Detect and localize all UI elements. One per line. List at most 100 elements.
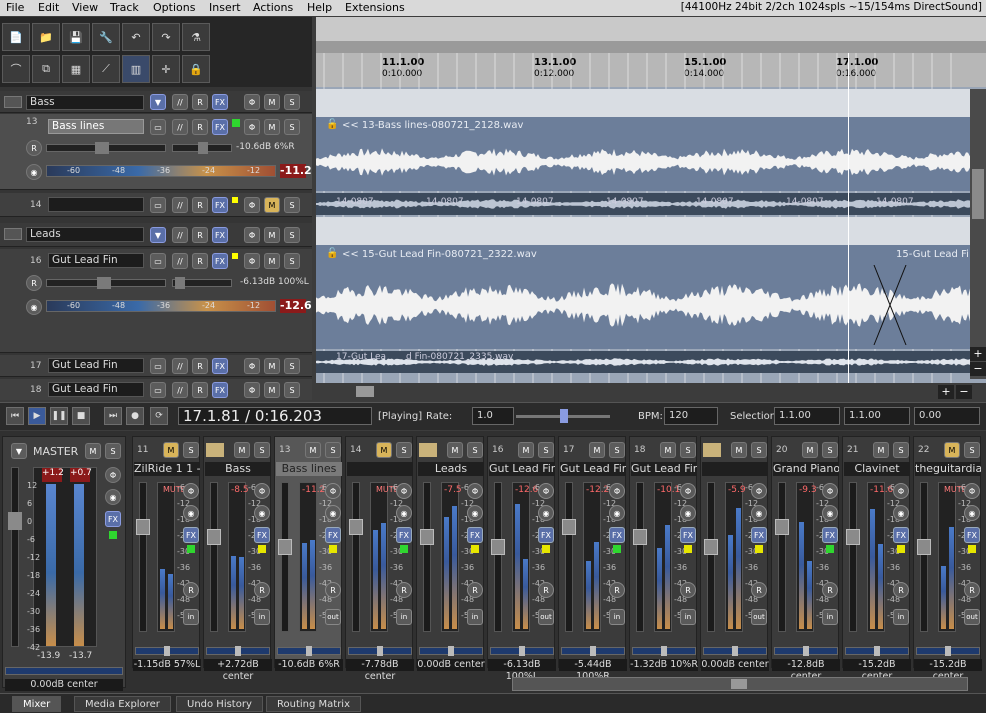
fx-button[interactable]: FX: [538, 527, 554, 543]
mute-button[interactable]: M: [264, 358, 280, 374]
menu-file[interactable]: File: [6, 1, 24, 14]
solo-button[interactable]: S: [325, 442, 341, 458]
menu-insert[interactable]: Insert: [209, 1, 241, 14]
pan-slider[interactable]: [172, 142, 232, 154]
menu-actions[interactable]: Actions: [253, 1, 293, 14]
io-button[interactable]: in: [680, 609, 696, 625]
record-arm-button[interactable]: R: [822, 582, 838, 598]
record-arm-button[interactable]: R: [192, 227, 208, 243]
fx-button[interactable]: FX: [751, 527, 767, 543]
solo-button[interactable]: S: [964, 442, 980, 458]
volume-fader[interactable]: [633, 482, 647, 632]
menu-track[interactable]: Track: [110, 1, 139, 14]
mute-button[interactable]: M: [589, 442, 605, 458]
fx-button[interactable]: FX: [680, 527, 696, 543]
mono-button[interactable]: ◉: [183, 505, 199, 521]
folder-icon[interactable]: ▭: [150, 253, 166, 269]
slider-handle[interactable]: [95, 142, 109, 154]
selection-length-input[interactable]: 0.00: [914, 407, 980, 425]
volume-fader[interactable]: [420, 482, 434, 632]
track-14[interactable]: 14 ▭ // R FX Φ M S: [0, 193, 312, 217]
slider-handle[interactable]: [97, 277, 111, 289]
fader-handle[interactable]: [8, 512, 22, 530]
track-17[interactable]: 17 Gut Lead Fin ▭ // R FX Φ M S: [0, 355, 312, 377]
fader-handle[interactable]: [917, 539, 931, 555]
fx-button[interactable]: FX: [822, 527, 838, 543]
io-button[interactable]: in: [609, 609, 625, 625]
tab-mixer[interactable]: Mixer: [12, 696, 62, 712]
mono-button[interactable]: ◉: [822, 505, 838, 521]
mute-button[interactable]: M: [264, 197, 280, 213]
io-button[interactable]: out: [964, 609, 980, 625]
folder-icon[interactable]: ▭: [150, 197, 166, 213]
fx-button[interactable]: FX: [212, 94, 228, 110]
rate-slider[interactable]: [516, 409, 610, 423]
mute-button[interactable]: M: [447, 442, 463, 458]
io-button[interactable]: out: [538, 609, 554, 625]
volume-fader[interactable]: [278, 482, 292, 632]
record-arm-button[interactable]: R: [192, 382, 208, 398]
strip-name[interactable]: Gut Lead Fin: [489, 462, 555, 476]
fx-button[interactable]: FX: [254, 527, 270, 543]
solo-button[interactable]: S: [396, 442, 412, 458]
io-button[interactable]: in: [254, 609, 270, 625]
volume-fader[interactable]: [846, 482, 860, 632]
mute-button[interactable]: M: [376, 442, 392, 458]
folder-icon[interactable]: ▭: [150, 119, 166, 135]
slider-handle[interactable]: [198, 142, 208, 154]
menu-edit[interactable]: Edit: [38, 1, 59, 14]
pan-slider[interactable]: [632, 646, 696, 656]
fader-handle[interactable]: [349, 519, 363, 535]
folder-icon[interactable]: ▭: [150, 358, 166, 374]
solo-button[interactable]: S: [680, 442, 696, 458]
lock-button[interactable]: 🔒: [182, 55, 210, 83]
record-arm-button[interactable]: R: [893, 582, 909, 598]
pan-slider[interactable]: [419, 646, 483, 656]
grid-button[interactable]: ▦: [62, 55, 90, 83]
track-name[interactable]: [48, 197, 144, 212]
folder-icon[interactable]: ▭: [150, 382, 166, 398]
record-button[interactable]: ●: [126, 407, 144, 425]
selection-end-input[interactable]: 1.1.00: [844, 407, 910, 425]
phase-button[interactable]: Φ: [751, 483, 767, 499]
go-to-start-button[interactable]: ⏮: [6, 407, 24, 425]
mute-button[interactable]: M: [305, 442, 321, 458]
scrollbar-thumb[interactable]: [972, 169, 984, 219]
horizontal-scrollbar[interactable]: + −: [316, 383, 986, 400]
io-button[interactable]: in: [893, 609, 909, 625]
pan-slider[interactable]: [703, 646, 767, 656]
solo-button[interactable]: S: [284, 119, 300, 135]
phase-button[interactable]: Φ: [609, 483, 625, 499]
mono-button[interactable]: ◉: [893, 505, 909, 521]
strip-name[interactable]: [347, 462, 413, 476]
solo-button[interactable]: S: [538, 442, 554, 458]
mute-button[interactable]: M: [85, 443, 101, 459]
phase-button[interactable]: Φ: [244, 197, 260, 213]
track-folder-leads[interactable]: Leads ▼ // R FX Φ M S: [0, 223, 312, 247]
solo-button[interactable]: S: [822, 442, 838, 458]
pause-button[interactable]: ❚❚: [50, 407, 68, 425]
record-arm-button[interactable]: R: [192, 197, 208, 213]
track-name[interactable]: Bass lines: [48, 119, 144, 134]
fader-handle[interactable]: [491, 539, 505, 555]
folder-icon[interactable]: ▼: [150, 94, 166, 110]
folder-collapse-icon[interactable]: [4, 228, 22, 240]
pan-slider[interactable]: [561, 646, 625, 656]
fx-button[interactable]: FX: [183, 527, 199, 543]
tab-media-explorer[interactable]: Media Explorer: [74, 696, 171, 712]
record-arm-button[interactable]: R: [396, 582, 412, 598]
track-name[interactable]: Leads: [26, 227, 144, 242]
envelope-points-button[interactable]: ⟋: [92, 55, 120, 83]
slider-handle[interactable]: [164, 646, 170, 656]
go-to-end-button[interactable]: ⏭: [104, 407, 122, 425]
solo-button[interactable]: S: [254, 442, 270, 458]
solo-button[interactable]: S: [284, 197, 300, 213]
phase-button[interactable]: Φ: [244, 119, 260, 135]
slider-handle[interactable]: [306, 646, 312, 656]
mute-button[interactable]: M: [264, 227, 280, 243]
folder-icon[interactable]: [206, 443, 224, 457]
volume-fader[interactable]: [562, 482, 576, 632]
track-name[interactable]: Gut Lead Fin: [48, 358, 144, 373]
slider-handle[interactable]: [235, 646, 241, 656]
scrollbar-thumb[interactable]: [356, 386, 374, 397]
